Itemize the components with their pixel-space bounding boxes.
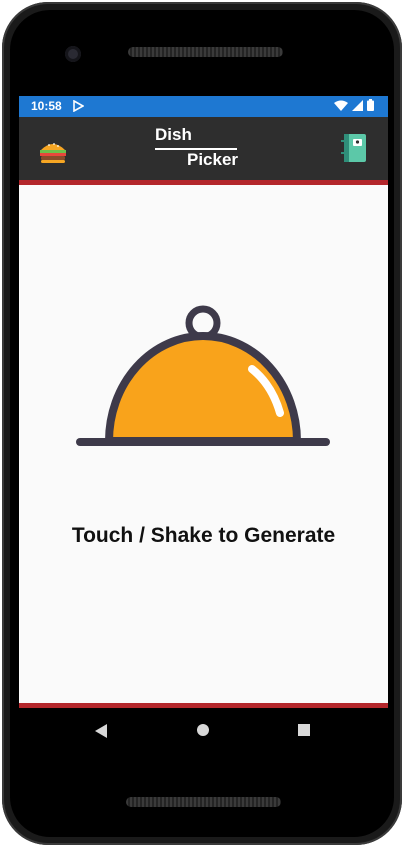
app-title: Dish Picker (155, 125, 245, 173)
battery-icon (367, 99, 374, 111)
status-time: 10:58 (31, 99, 62, 113)
screen: 10:58 Dish Picker Touch / Shake to Gener… (19, 96, 388, 708)
system-nav-bar (19, 708, 388, 752)
play-store-icon (73, 99, 85, 115)
status-bar: 10:58 (19, 96, 388, 117)
back-icon[interactable] (94, 724, 108, 743)
app-bar: Dish Picker (19, 117, 388, 180)
status-icons (334, 99, 374, 111)
title-line-2: Picker (187, 150, 239, 169)
recents-icon[interactable] (298, 724, 310, 736)
bottom-speaker (126, 797, 281, 807)
signal-icon (352, 99, 363, 111)
top-speaker (128, 47, 283, 57)
generate-area[interactable]: Touch / Shake to Generate (19, 185, 388, 702)
front-camera (65, 46, 81, 62)
cloche-icon[interactable] (76, 301, 330, 449)
burger-icon[interactable] (38, 137, 68, 165)
title-line-1: Dish (155, 125, 192, 144)
notebook-icon[interactable] (341, 133, 367, 163)
home-icon[interactable] (197, 724, 209, 736)
wifi-icon (334, 100, 348, 111)
generate-prompt: Touch / Shake to Generate (71, 524, 336, 547)
